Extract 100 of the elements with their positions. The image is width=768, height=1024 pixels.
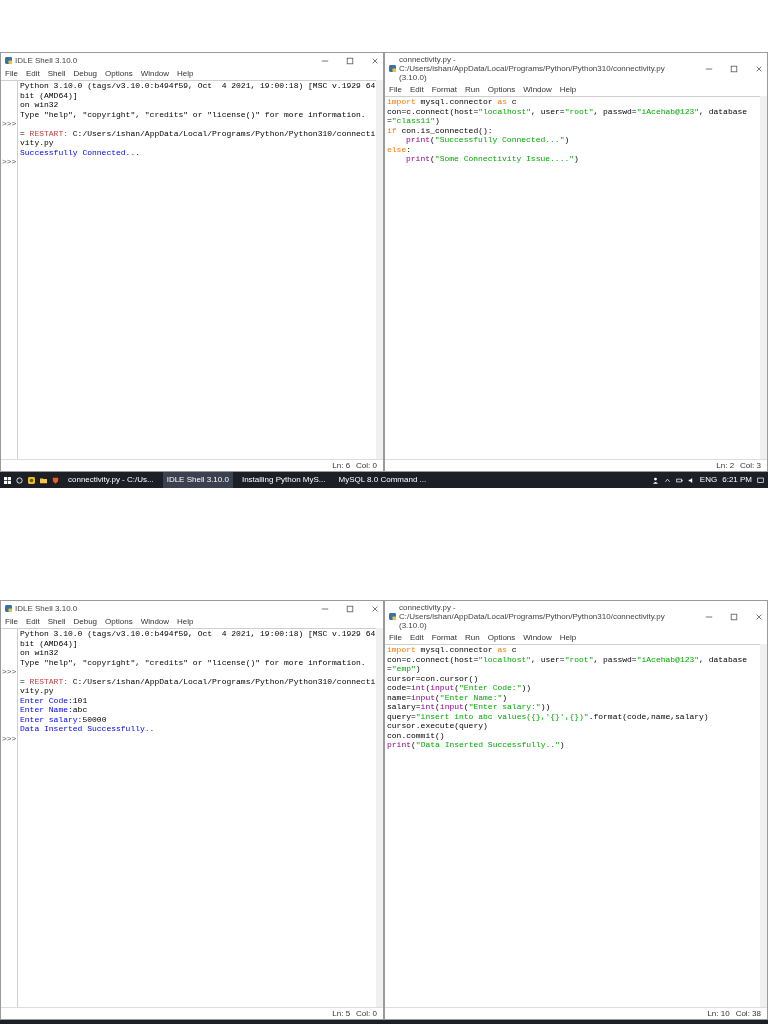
menu-item[interactable]: Options (487, 84, 516, 96)
output-line: Data Inserted Successfully.. (19, 724, 156, 734)
menu-item[interactable]: Options (105, 616, 133, 628)
menu-item[interactable]: Debug (73, 68, 98, 80)
chevron-up-icon[interactable] (663, 476, 671, 484)
scrollbar[interactable] (376, 80, 383, 459)
menu-item[interactable]: Window (140, 68, 170, 80)
shell-prompt: >>> (2, 119, 17, 128)
menu-item[interactable]: Edit (409, 84, 424, 96)
menu-item[interactable]: Window (140, 616, 170, 628)
menu-item[interactable]: File (5, 616, 18, 628)
menu-item[interactable]: Run (465, 632, 480, 644)
code-line: import mysql.connector as c (386, 645, 518, 655)
code-line: code=int(input("Enter Code:")) (386, 683, 533, 693)
notification-icon[interactable] (757, 476, 764, 484)
output-line: Type "help", "copyright", "credits" or "license()" for more information. (19, 657, 367, 667)
scrollbar[interactable] (376, 628, 383, 1007)
line-number-status: Ln: 2 (716, 459, 735, 472)
code-line: con=c.connect(host="localhost", user="root", passwd="iAcehab@123", database="emp") (386, 654, 749, 674)
maximize-icon[interactable] (346, 56, 354, 65)
speaker-icon[interactable] (687, 476, 695, 484)
shell-prompt: >>> (2, 157, 17, 166)
python-file-icon (5, 605, 12, 612)
maximize-icon[interactable] (730, 64, 738, 73)
output-line: on win32 (19, 100, 60, 110)
code-line: print("Successfully Connected...") (405, 135, 571, 145)
search-icon[interactable] (16, 476, 23, 484)
close-icon[interactable] (371, 604, 379, 613)
taskbar-app-button[interactable]: MySQL 8.0 Command ... (334, 472, 431, 488)
output-line: Type "help", "copyright", "credits" or "license()" for more information. (19, 109, 367, 119)
line-number-status: Ln: 6 (332, 459, 351, 472)
code-line: print("Data Inserted Successfully..") (386, 740, 566, 750)
output-line: Successfully Connected... (19, 147, 142, 157)
code-line: else: (386, 144, 412, 154)
python-file-icon (389, 65, 396, 72)
code-line: print("Some Connectivity Issue....") (405, 154, 580, 164)
output-line: = RESTART: C:/Users/ishan/AppData/Local/Programs/Python/Python310/connectivity.py (19, 676, 376, 696)
menu-item[interactable]: Help (177, 68, 194, 80)
output-line: on win32 (19, 648, 60, 658)
window-title: IDLE Shell 3.10.0 (15, 56, 79, 65)
maximize-icon[interactable] (346, 604, 354, 613)
windows-logo-icon[interactable] (4, 476, 11, 484)
shell-prompt: >>> (2, 667, 17, 676)
menu-item[interactable]: Edit (25, 68, 40, 80)
output-line: = RESTART: C:/Users/ishan/AppData/Local/Programs/Python/Python310/connectivity.py (19, 128, 376, 148)
code-line: cursor=con.cursor() (386, 673, 480, 683)
menu-item[interactable]: Format (431, 84, 458, 96)
code-line: if con.is_connected(): (386, 125, 494, 135)
code-line: salary=int(input("Enter salary:")) (386, 702, 552, 712)
taskbar-app-button[interactable]: Installing Python MyS... (237, 472, 330, 488)
menu-item[interactable]: Debug (73, 616, 98, 628)
code-line: name=input("Enter Name:") (386, 692, 509, 702)
menu-item[interactable]: Options (487, 632, 516, 644)
menu-item[interactable]: Help (559, 84, 577, 96)
python-file-icon (389, 613, 396, 620)
line-number-status: Ln: 5 (332, 1007, 351, 1020)
window-title: connectivity.py - C:/Users/ishan/AppData/Local/Programs/Python/Python310/connectivity.py (3.10.0) (399, 55, 666, 82)
language-indicator[interactable]: ENG (699, 474, 718, 486)
code-line: con.commit() (386, 730, 446, 740)
taskbar-app-button[interactable]: connectivity.py - C:/Us... (64, 472, 158, 488)
menu-item[interactable]: File (389, 632, 402, 644)
menu-item[interactable]: Help (559, 632, 577, 644)
app-icon[interactable] (28, 476, 35, 484)
battery-icon[interactable] (675, 476, 683, 484)
taskbar-app-button[interactable]: IDLE Shell 3.10.0 (162, 472, 233, 488)
menu-item[interactable]: Run (465, 84, 480, 96)
scrollbar[interactable] (760, 644, 767, 1007)
menu-item[interactable]: Window (523, 632, 552, 644)
maximize-icon[interactable] (730, 612, 738, 621)
menu-item[interactable]: Shell (47, 68, 66, 80)
menu-item[interactable]: Edit (25, 616, 40, 628)
window-title: connectivity.py - C:/Users/ishan/AppData/Local/Programs/Python/Python310/connectivity.py (3.10.0) (399, 603, 666, 630)
menu-item[interactable]: Window (523, 84, 552, 96)
scrollbar[interactable] (760, 96, 767, 459)
code-line: cursor.execute(query) (386, 721, 489, 731)
column-number-status: Col: 3 (740, 459, 761, 472)
column-number-status: Col: 0 (356, 459, 377, 472)
shield-icon[interactable] (52, 476, 59, 484)
person-icon[interactable] (651, 476, 659, 484)
window-title: IDLE Shell 3.10.0 (15, 604, 79, 613)
code-line: query="insert into abc values({},'{}',{})".format(code,name,salary) (386, 711, 710, 721)
clock[interactable]: 6:21 PM (722, 474, 752, 486)
column-number-status: Col: 0 (356, 1007, 377, 1020)
output-line: Enter Code:101 (19, 695, 89, 705)
output-line: Enter salary:50000 (19, 714, 108, 724)
folder-icon[interactable] (40, 476, 47, 484)
menu-item[interactable]: Shell (47, 616, 66, 628)
menu-item[interactable]: File (389, 84, 402, 96)
close-icon[interactable] (371, 56, 379, 65)
code-line: con=c.connect(host="localhost", user="root", passwd="iAcehab@123", database="class11") (386, 106, 749, 126)
close-icon[interactable] (755, 612, 763, 621)
menu-item[interactable]: Help (177, 616, 194, 628)
shell-prompt: >>> (2, 733, 17, 743)
menu-item[interactable]: Options (105, 68, 133, 80)
menu-item[interactable]: Format (431, 632, 458, 644)
column-number-status: Col: 38 (735, 1007, 761, 1020)
menu-item[interactable]: File (5, 68, 18, 80)
python-file-icon (5, 57, 12, 64)
menu-item[interactable]: Edit (409, 632, 424, 644)
close-icon[interactable] (755, 64, 763, 73)
